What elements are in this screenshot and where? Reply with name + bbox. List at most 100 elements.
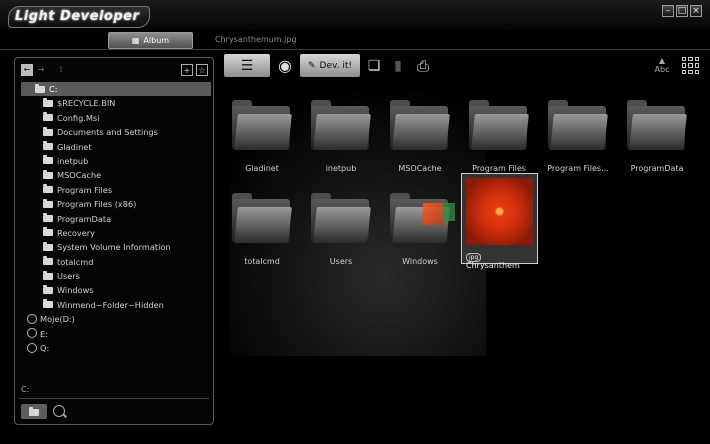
thumbnail-label: Gladinet: [245, 164, 279, 173]
folder-thumbnail[interactable]: inetpub: [303, 90, 379, 178]
folder-icon: [43, 141, 53, 151]
folder-icon: [43, 299, 53, 309]
layers-icon[interactable]: ❏: [363, 54, 385, 77]
folder-thumbnail[interactable]: ProgramData: [619, 90, 695, 178]
folder-thumbnail[interactable]: Gladinet: [224, 90, 300, 178]
drive-icon: [27, 342, 37, 353]
develop-label: Dev. it!: [319, 60, 353, 71]
tree-item[interactable]: Program Files: [21, 183, 211, 197]
tree-item[interactable]: inetpub: [21, 154, 211, 168]
sort-by-name-button[interactable]: ▲ Abc: [654, 56, 670, 74]
tree-item-label: Config.Msi: [57, 112, 100, 123]
tree-item-label: Windows: [57, 285, 94, 296]
drive-label: Q:: [40, 343, 50, 354]
tree-root-label: C:: [49, 84, 58, 94]
app-logo: Light Developer: [8, 6, 151, 28]
preview-eye-icon[interactable]: ◉: [273, 54, 297, 77]
drive-icon: [27, 313, 37, 324]
close-button[interactable]: ×: [690, 5, 702, 17]
divider: [19, 398, 209, 399]
toolbar: ☰ ◉ ✎ Dev. it! ❏ ▮ ⎙: [224, 54, 435, 78]
tree-item[interactable]: Windows: [21, 283, 211, 297]
thumbnail-label: Users: [329, 257, 353, 266]
image-thumbnail-selected[interactable]: jpg Chrysanthem: [461, 173, 538, 270]
folder-icon: [43, 126, 53, 136]
title-bar: Light Developer – □ ×: [0, 0, 710, 30]
tree-root-c[interactable]: C:: [21, 82, 211, 97]
thumbnail-label: ProgramData: [630, 164, 684, 173]
favorite-star-icon[interactable]: ☆: [196, 64, 208, 76]
tree-item[interactable]: Winmend~Folder~Hidden: [21, 298, 211, 312]
folder-icon: [43, 284, 53, 294]
tab-album[interactable]: ▦ Album: [108, 32, 193, 49]
tree-item[interactable]: Users: [21, 269, 211, 283]
thumbnail-label: totalcmd: [244, 257, 280, 266]
tree-item[interactable]: totalcmd: [21, 255, 211, 269]
folder-icon: [548, 100, 608, 150]
folder-icon: [43, 227, 53, 237]
up-folder-icon[interactable]: ⇧: [55, 64, 67, 76]
drive-item[interactable]: Q:: [21, 341, 211, 355]
slideshow-button[interactable]: ☰: [224, 54, 270, 77]
tree-item-label: ProgramData: [57, 213, 112, 224]
folder-tree: C: $RECYCLE.BIN Config.Msi Documents and…: [21, 82, 211, 372]
folder-thumbnail[interactable]: MSOCache: [382, 90, 458, 178]
folder-icon: [311, 193, 371, 243]
back-arrow-icon[interactable]: ←: [21, 64, 33, 76]
trash-icon[interactable]: ▮: [388, 54, 408, 77]
new-folder-icon[interactable]: +: [181, 64, 193, 76]
folder-icon: [43, 112, 53, 122]
tree-item-label: Gladinet: [57, 141, 92, 152]
folder-icon: [43, 241, 53, 251]
folder-thumbnail[interactable]: totalcmd: [224, 183, 300, 271]
tree-item[interactable]: Gladinet: [21, 140, 211, 154]
folder-thumbnail[interactable]: Program Files: [461, 90, 537, 178]
drive-item[interactable]: Moje(D:): [21, 312, 211, 326]
image-label: Chrysanthem: [466, 261, 520, 270]
tree-item-label: inetpub: [57, 155, 89, 166]
folder-icon: [43, 184, 53, 194]
window-controls: – □ ×: [662, 5, 702, 17]
nav-bar: ← → ⇧ + ☆: [21, 64, 209, 80]
tab-divider: [0, 49, 710, 50]
folder-icon: [43, 270, 53, 280]
forward-arrow-icon[interactable]: →: [35, 64, 47, 76]
list-icon: ☰: [240, 57, 254, 74]
tree-item[interactable]: Recovery: [21, 226, 211, 240]
drive-item[interactable]: E:: [21, 327, 211, 341]
tree-item-label: Program Files: [57, 184, 113, 195]
chrysanthemum-image: [466, 178, 533, 245]
folder-thumbnail[interactable]: Program Files...: [540, 90, 616, 178]
tree-item-label: Users: [57, 271, 80, 282]
grid-view-icon[interactable]: [682, 57, 699, 74]
thumbnail-label: inetpub: [325, 164, 357, 173]
tree-item[interactable]: ProgramData: [21, 212, 211, 226]
search-icon[interactable]: [53, 405, 65, 417]
tree-item[interactable]: System Volume Information: [21, 240, 211, 254]
print-icon[interactable]: ⎙: [411, 54, 435, 77]
folder-thumbnail[interactable]: Windows: [382, 183, 458, 271]
folder-icon: [35, 83, 45, 93]
tree-item[interactable]: Program Files (x86): [21, 197, 211, 211]
drive-label: Moje(D:): [40, 314, 75, 325]
minimize-button[interactable]: –: [662, 5, 674, 17]
tree-item[interactable]: $RECYCLE.BIN: [21, 96, 211, 110]
folder-thumbnail[interactable]: Users: [303, 183, 379, 271]
develop-button[interactable]: ✎ Dev. it!: [300, 54, 361, 77]
tree-item-label: System Volume Information: [57, 242, 171, 253]
tree-item[interactable]: Config.Msi: [21, 111, 211, 125]
tab-image-file[interactable]: Chrysanthemum.jpg: [215, 35, 297, 44]
folder-icon: [43, 155, 53, 165]
folder-view-button[interactable]: [21, 404, 47, 419]
folder-icon: [232, 100, 292, 150]
maximize-button[interactable]: □: [676, 5, 688, 17]
tree-item-label: totalcmd: [57, 256, 94, 267]
folder-icon: [43, 198, 53, 208]
tree-item-label: Winmend~Folder~Hidden: [57, 299, 164, 310]
tree-item[interactable]: Documents and Settings: [21, 125, 211, 139]
tree-item[interactable]: MSOCache: [21, 168, 211, 182]
sort-up-icon: ▲: [658, 56, 666, 65]
folder-icon: [232, 193, 292, 243]
thumbnail-label: Program Files: [472, 164, 526, 173]
thumbnail-label: MSOCache: [398, 164, 442, 173]
